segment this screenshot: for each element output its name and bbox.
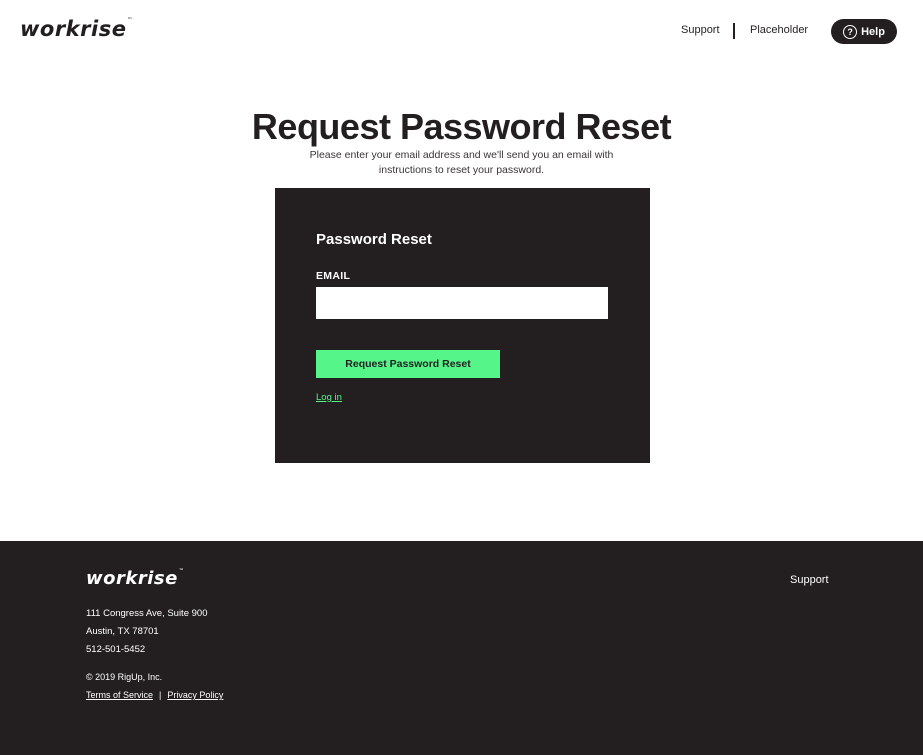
nav-placeholder-link[interactable]: Placeholder [750, 24, 808, 36]
footer-logo-text: workrise [86, 568, 178, 589]
footer-support-link[interactable]: Support [790, 574, 829, 586]
login-link[interactable]: Log in [316, 392, 342, 403]
terms-of-service-link[interactable]: Terms of Service [86, 690, 153, 700]
email-label: EMAIL [316, 270, 351, 282]
workrise-logo[interactable]: workrise™ [20, 17, 133, 41]
trademark: ™ [127, 17, 133, 23]
request-password-reset-button[interactable]: Request Password Reset [316, 350, 500, 378]
footer-workrise-logo[interactable]: workrise™ [86, 568, 184, 589]
footer-trademark: ™ [178, 568, 185, 574]
password-reset-card: Password Reset EMAIL Request Password Re… [275, 188, 650, 463]
privacy-policy-link[interactable]: Privacy Policy [167, 690, 223, 700]
card-title: Password Reset [316, 231, 432, 248]
copyright: © 2019 RigUp, Inc. [86, 672, 163, 682]
email-input[interactable] [316, 287, 608, 319]
page-title: Request Password Reset [251, 106, 672, 147]
help-label: Help [861, 25, 885, 38]
site-footer: workrise™ Support 111 Congress Ave, Suit… [0, 541, 923, 755]
help-button[interactable]: ? Help [831, 19, 897, 44]
logo-text: workrise [20, 17, 127, 41]
legal-separator: | [159, 690, 162, 700]
site-header: workrise™ Support Placeholder ? Help [0, 0, 923, 62]
phone-number: 512-501-5452 [86, 644, 146, 655]
legal-links: Terms of Service | Privacy Policy [86, 690, 223, 700]
nav-support-link[interactable]: Support [681, 24, 720, 36]
address-line-2: Austin, TX 78701 [86, 626, 159, 637]
address-line-1: 111 Congress Ave, Suite 900 [86, 608, 208, 619]
question-circle-icon: ? [843, 24, 858, 39]
page-subtitle: Please enter your email address and we'l… [309, 149, 614, 176]
nav-divider [733, 23, 735, 39]
